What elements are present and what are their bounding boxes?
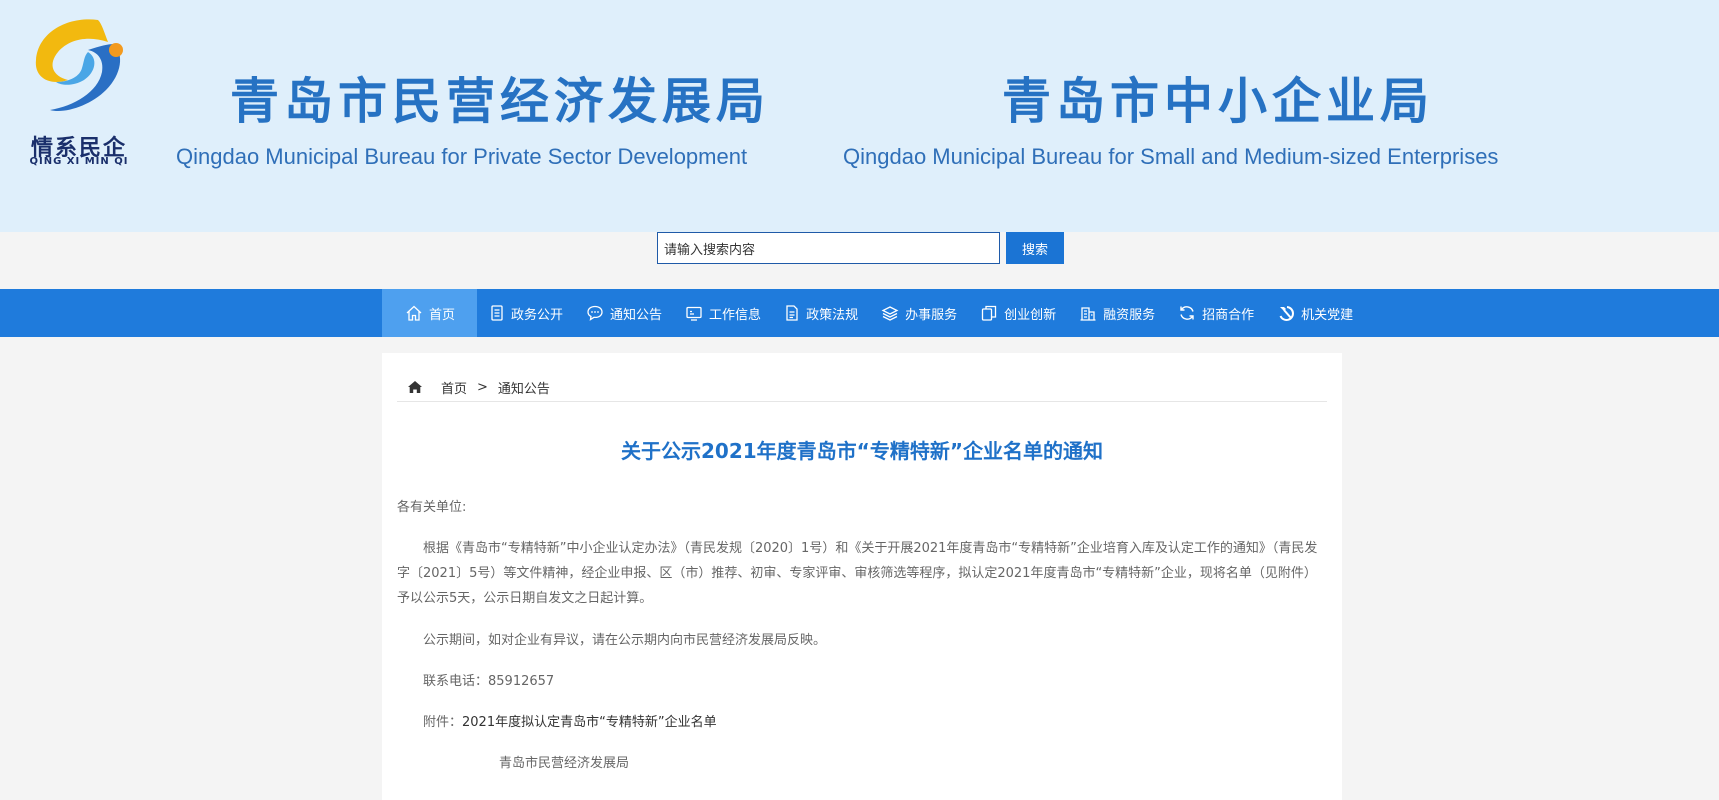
header-banner: 情系民企 QING XI MIN QI 青岛市民营经济发展局 Qingdao M…: [0, 0, 1719, 232]
nav-item-label: 政务公开: [511, 307, 564, 323]
article-card: 首页 > 通知公告 关于公示2021年度青岛市“专精特新”企业名单的通知 各有关…: [382, 353, 1342, 800]
article-signature: 青岛市民营经济发展局: [499, 756, 630, 771]
article-paragraph: 根据《青岛市“专精特新”中小企业认定办法》（青民发规〔2020〕1号）和《关于开…: [397, 541, 1318, 606]
logo-swirl-icon: [35, 19, 123, 112]
attachment-link[interactable]: 2021年度拟认定青岛市“专精特新”企业名单: [462, 715, 717, 730]
nav-item-label: 办事服务: [905, 307, 958, 323]
refresh-icon: [1180, 306, 1194, 320]
home-icon[interactable]: [407, 380, 423, 394]
nav-item-entrepreneurship[interactable]: 创业创新: [968, 289, 1067, 337]
nav-item-label: 首页: [429, 307, 456, 323]
nav-item-financing[interactable]: 融资服务: [1067, 289, 1166, 337]
breadcrumb-current-link[interactable]: 通知公告: [498, 378, 550, 397]
nav-item-party-building[interactable]: 机关党建: [1265, 289, 1364, 337]
search-button[interactable]: 搜索: [1006, 232, 1064, 264]
document-icon: [491, 305, 503, 321]
nav-item-policies[interactable]: 政策法规: [772, 289, 869, 337]
sme-bureau-title-cn: 青岛市中小企业局: [1002, 73, 1435, 130]
site-logo[interactable]: 情系民企 QING XI MIN QI: [24, 14, 134, 174]
copy-icon: [981, 305, 997, 321]
nav-item-notices[interactable]: 通知公告: [574, 289, 673, 337]
sme-bureau-title-en: Qingdao Municipal Bureau for Small and M…: [843, 144, 1499, 169]
article-attachment: 附件：2021年度拟认定青岛市“专精特新”企业名单: [397, 710, 1329, 735]
page: 情系民企 QING XI MIN QI 青岛市民营经济发展局 Qingdao M…: [0, 0, 1719, 800]
attachment-label: 附件：: [423, 715, 463, 730]
bureau-title-en: Qingdao Municipal Bureau for Private Sec…: [176, 144, 748, 169]
chat-bubble-icon: [587, 305, 603, 321]
nav-item-work-info[interactable]: 工作信息: [673, 289, 772, 337]
nav-item-label: 招商合作: [1202, 307, 1255, 323]
article-title: 关于公示2021年度青岛市“专精特新”企业名单的通知: [621, 439, 1103, 463]
layers-icon: [881, 306, 899, 321]
article-salutation: 各有关单位:: [397, 500, 467, 515]
breadcrumb-home-link[interactable]: 首页: [441, 378, 467, 397]
monitor-icon: [686, 306, 702, 321]
search-bar: 搜索: [0, 232, 1719, 289]
nav-item-services[interactable]: 办事服务: [869, 289, 968, 337]
nav-item-label: 融资服务: [1103, 307, 1156, 323]
nav-item-home[interactable]: 首页: [382, 289, 478, 337]
building-icon: [1080, 307, 1096, 321]
nav-item-label: 通知公告: [610, 307, 663, 323]
nav-item-label: 创业创新: [1004, 307, 1057, 323]
nav-item-label: 机关党建: [1301, 307, 1354, 323]
home-icon: [406, 305, 422, 321]
article-paragraph: 公示期间，如对企业有异议，请在公示期内向市民营经济发展局反映。: [423, 633, 827, 648]
article-contact-phone: 联系电话：85912657: [423, 674, 555, 689]
search-input[interactable]: [657, 232, 1000, 264]
logo-en-text: QING XI MIN QI: [29, 156, 129, 167]
bureau-title-cn: 青岛市民营经济发展局: [230, 73, 771, 130]
breadcrumb-separator: >: [477, 379, 488, 395]
file-list-icon: [786, 305, 798, 321]
main-nav: 首页 政务公开 通知公告 工作信息 政策法规 办事服务 创业创新 融资服务 招商…: [0, 289, 1719, 337]
nav-item-investment[interactable]: 招商合作: [1166, 289, 1265, 337]
hammer-sickle-icon: [1279, 306, 1295, 321]
nav-item-label: 政策法规: [806, 307, 859, 323]
breadcrumb: 首页 > 通知公告: [397, 373, 1327, 402]
nav-item-government-affairs[interactable]: 政务公开: [477, 289, 574, 337]
nav-item-label: 工作信息: [709, 307, 762, 323]
